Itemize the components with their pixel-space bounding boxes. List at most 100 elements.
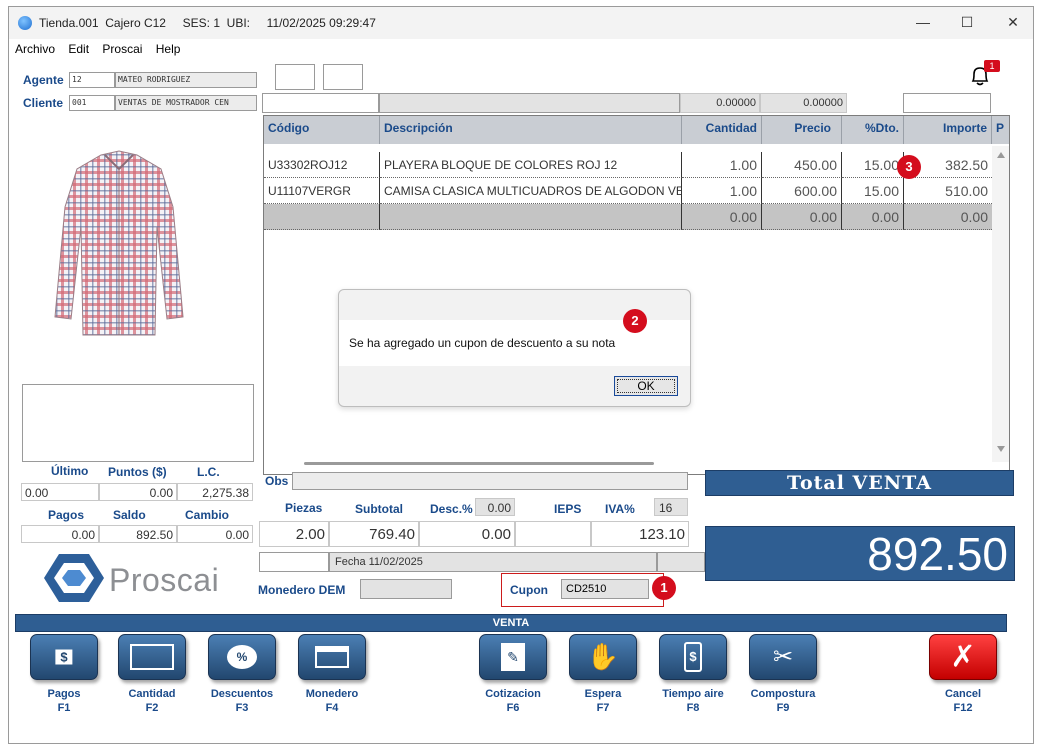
compostura-f9-button[interactable]: ✂ Compostura F9 (748, 634, 818, 715)
fecha-field: Fecha 11/02/2025 (329, 552, 657, 572)
menu-archivo[interactable]: Archivo (15, 39, 55, 59)
row3-descripcion[interactable] (380, 204, 682, 230)
monedero-f4-button[interactable]: Monedero F4 (297, 634, 367, 715)
row3-precio[interactable]: 0.00 (762, 204, 842, 230)
col-header-p[interactable]: P (992, 116, 1009, 144)
callout-badge-3: 3 (897, 155, 921, 179)
row1-descripcion[interactable]: PLAYERA BLOQUE DE COLORES ROJ 12 (380, 152, 682, 178)
agent-label: Agente (23, 73, 64, 87)
header-box-3[interactable] (903, 93, 991, 113)
menu-bar: Archivo Edit Proscai Help (9, 39, 1033, 59)
discount-icon: % (208, 634, 276, 680)
row3-codigo[interactable] (264, 204, 380, 230)
client-name-field: VENTAS DE MOSTRADOR CEN (115, 95, 257, 111)
cancel-f12-button[interactable]: ✗ Cancel F12 (928, 634, 998, 715)
row2-dto[interactable]: 15.00 (842, 178, 904, 204)
monedero-key-text: F4 (325, 702, 339, 714)
col-header-importe[interactable]: Importe (904, 116, 992, 144)
left-empty-box (22, 384, 254, 462)
scroll-up-icon[interactable] (997, 152, 1005, 158)
row3-importe[interactable]: 0.00 (904, 204, 992, 230)
iva-label: IVA% (605, 502, 635, 516)
callout-badge-2: 2 (623, 309, 647, 333)
monedero-label-text: Monedero (305, 688, 359, 700)
espera-label-text: Espera (584, 688, 622, 700)
row2-precio[interactable]: 600.00 (762, 178, 842, 204)
ultimo-label: Último (51, 464, 89, 478)
row3-dto[interactable]: 0.00 (842, 204, 904, 230)
maximize-button[interactable]: ☐ (952, 14, 982, 32)
grid-vertical-scrollbar[interactable] (992, 146, 1009, 462)
client-code-field[interactable]: 001 (69, 95, 115, 111)
col-header-precio[interactable]: Precio (762, 116, 842, 144)
coupon-dialog: Se ha agregado un cupon de descuento a s… (338, 289, 691, 407)
grid-horizontal-scrollbar[interactable] (304, 462, 654, 465)
header-box-1 (262, 93, 379, 113)
fecha-prefix-box (259, 552, 329, 572)
descuentos-key-text: F3 (235, 702, 249, 714)
pagos-label: Pagos (48, 508, 85, 522)
menu-help[interactable]: Help (156, 39, 181, 59)
monedero-label: Monedero DEM (258, 583, 346, 597)
espera-f7-button[interactable]: ✋ Espera F7 (568, 634, 638, 715)
row2-importe[interactable]: 510.00 (904, 178, 992, 204)
puntos-value: 0.00 (99, 483, 177, 501)
tiempo-aire-f8-button[interactable]: $ Tiempo aire F8 (658, 634, 728, 715)
total-venta-value: 892.50 (705, 526, 1015, 581)
menu-proscai[interactable]: Proscai (102, 39, 142, 59)
scroll-down-icon[interactable] (997, 446, 1005, 452)
descuentos-label-text: Descuentos (210, 688, 274, 700)
saldo-label: Saldo (113, 508, 146, 522)
top-box-1[interactable] (275, 64, 315, 90)
cotizacion-f6-button[interactable]: ✎ Cotizacion F6 (478, 634, 548, 715)
window-title: Tienda.001 Cajero C12 SES: 1 UBI: 11/02/… (39, 16, 376, 30)
subtotal-value: 769.40 (329, 521, 419, 547)
row2-cantidad[interactable]: 1.00 (682, 178, 762, 204)
dialog-ok-button[interactable]: OK (614, 376, 678, 396)
col-header-descripcion[interactable]: Descripción (380, 116, 682, 144)
col-header-cantidad[interactable]: Cantidad (682, 116, 762, 144)
cantidad-key-text: F2 (145, 702, 159, 714)
puntos-label: Puntos ($) (108, 465, 167, 479)
monedero-field[interactable] (360, 579, 452, 599)
row1-dto[interactable]: 15.00 (842, 152, 904, 178)
col-header-codigo[interactable]: Código (264, 116, 380, 144)
phone-icon: $ (659, 634, 727, 680)
row3-cantidad[interactable]: 0.00 (682, 204, 762, 230)
cupon-label: Cupon (510, 583, 548, 597)
ieps-value (515, 521, 591, 547)
pagos-f1-button[interactable]: $ Pagos F1 (29, 634, 99, 715)
total-venta-label: Total VENTA (705, 470, 1014, 496)
row2-codigo[interactable]: U11107VERGR (264, 178, 380, 204)
obs-field[interactable] (292, 472, 688, 490)
scissors-icon: ✂ (749, 634, 817, 680)
desc-value: 0.00 (419, 521, 515, 547)
cancel-key-text: F12 (953, 702, 973, 714)
proscai-logo-text: Proscai (109, 562, 220, 598)
fecha-suffix-box (657, 552, 705, 572)
col-header-dto[interactable]: %Dto. (842, 116, 904, 144)
venta-section-bar: VENTA (15, 614, 1007, 632)
close-button[interactable]: ✕ (998, 14, 1028, 32)
menu-edit[interactable]: Edit (68, 39, 89, 59)
agent-code-field[interactable]: 12 (69, 72, 115, 88)
lc-value: 2,275.38 (177, 483, 253, 501)
row2-descripcion[interactable]: CAMISA CLASICA MULTICUADROS DE ALGODON V… (380, 178, 682, 204)
row1-codigo[interactable]: U33302ROJ12 (264, 152, 380, 178)
row1-precio[interactable]: 450.00 (762, 152, 842, 178)
row1-cantidad[interactable]: 1.00 (682, 152, 762, 178)
piezas-label: Piezas (285, 501, 323, 515)
iva-pct-field[interactable]: 16 (654, 498, 688, 516)
top-box-2[interactable] (323, 64, 363, 90)
descuentos-f3-button[interactable]: % Descuentos F3 (207, 634, 277, 715)
cambio-label: Cambio (185, 508, 230, 522)
compostura-label-text: Compostura (750, 688, 816, 700)
cancel-label-text: Cancel (944, 688, 982, 700)
cantidad-f2-button[interactable]: Cantidad F2 (117, 634, 187, 715)
desc-pct-field[interactable]: 0.00 (475, 498, 515, 516)
cupon-field[interactable]: CD2510 (561, 579, 649, 599)
minimize-button[interactable]: — (908, 14, 938, 32)
tiempo-aire-label-text: Tiempo aire (662, 688, 724, 700)
hand-stop-icon: ✋ (569, 634, 637, 680)
piezas-value: 2.00 (259, 521, 329, 547)
